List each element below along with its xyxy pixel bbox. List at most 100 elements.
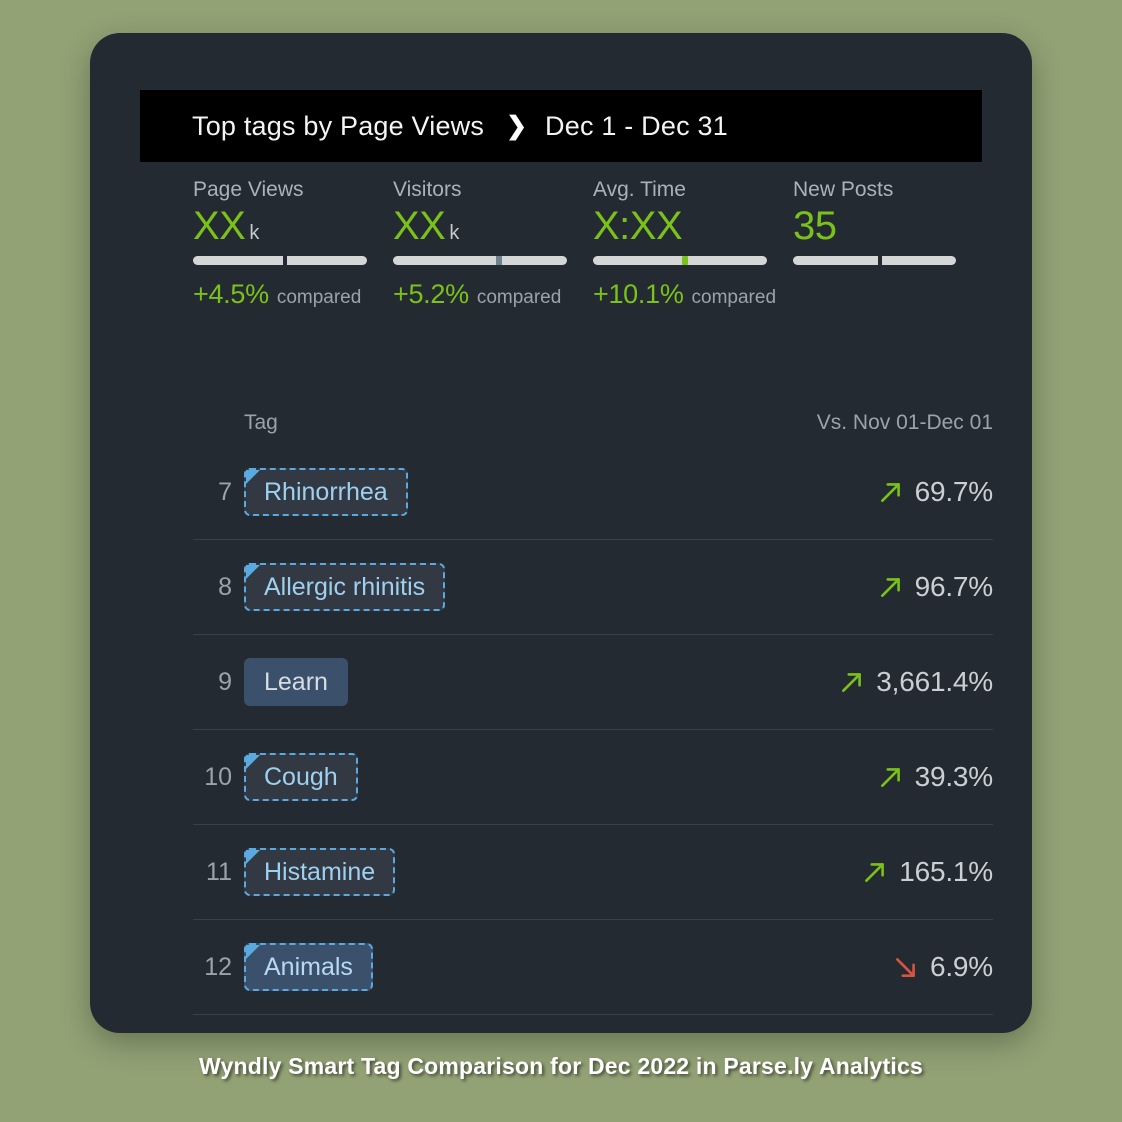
tag-chip[interactable]: Learn bbox=[244, 658, 348, 706]
metric-label: Avg. Time bbox=[593, 178, 686, 201]
comparison-value: 69.7% bbox=[914, 476, 994, 507]
page-title: Top tags by Page Views bbox=[192, 110, 485, 141]
arrow-up-right-icon bbox=[839, 669, 865, 695]
metric-value: 35 bbox=[793, 204, 837, 248]
comparison-cell: 165.1% bbox=[862, 856, 993, 888]
tag-chip[interactable]: Histamine bbox=[244, 848, 396, 896]
metric-label: Page Views bbox=[193, 178, 304, 201]
tag-cell: Learn bbox=[244, 658, 839, 706]
tag-label: Learn bbox=[264, 667, 328, 696]
tag-cell: Rhinorrhea bbox=[244, 468, 878, 516]
metric-label: New Posts bbox=[793, 178, 894, 201]
metric-unit: k bbox=[249, 222, 260, 244]
comparison-value: 3,661.4% bbox=[876, 666, 993, 697]
smart-tag-corner-icon bbox=[246, 470, 260, 484]
column-header-vs: Vs. Nov 01-Dec 01 bbox=[816, 411, 993, 434]
row-rank: 8 bbox=[218, 572, 232, 601]
table-row: 10 Cough 39.3% bbox=[193, 730, 993, 825]
column-header-tag: Tag bbox=[244, 411, 278, 434]
smart-tag-corner-icon bbox=[246, 755, 260, 769]
metric-card: New Posts 35 bbox=[793, 178, 993, 310]
metric-value-row: XX k bbox=[193, 206, 393, 252]
tag-cell: Animals bbox=[244, 943, 893, 991]
tag-chip[interactable]: Cough bbox=[244, 753, 358, 801]
figure-caption: Wyndly Smart Tag Comparison for Dec 2022… bbox=[199, 1053, 923, 1079]
tag-chip[interactable]: Allergic rhinitis bbox=[244, 563, 446, 611]
smart-tag-corner-icon bbox=[246, 945, 260, 959]
row-rank: 10 bbox=[204, 762, 232, 791]
comparison-value: 39.3% bbox=[914, 761, 994, 792]
comparison-cell: 6.9% bbox=[893, 951, 993, 983]
metric-value: XX bbox=[193, 204, 246, 248]
table-row: 11 Histamine 165.1% bbox=[193, 825, 993, 920]
tag-label: Rhinorrhea bbox=[264, 477, 388, 506]
metric-progress-bar bbox=[593, 256, 767, 265]
row-rank: 11 bbox=[206, 857, 232, 886]
metric-comparison: +10.1% compared bbox=[593, 279, 793, 310]
metric-unit: k bbox=[449, 222, 460, 244]
comparison-cell: 96.7% bbox=[878, 571, 993, 603]
row-rank: 7 bbox=[218, 477, 232, 506]
metric-comparison: +5.2% compared bbox=[393, 279, 593, 310]
tag-chip[interactable]: Animals bbox=[244, 943, 373, 991]
date-range-label: Dec 1 - Dec 31 bbox=[545, 110, 728, 141]
tag-label: Histamine bbox=[264, 857, 376, 886]
chevron-right-icon: ❯ bbox=[506, 111, 528, 140]
metric-comparison: +4.5% compared bbox=[193, 279, 393, 310]
metric-progress-marker bbox=[681, 256, 688, 265]
analytics-card: Top tags by Page Views ❯ Dec 1 - Dec 31 … bbox=[90, 33, 1032, 1033]
metric-compare-word: compared bbox=[476, 287, 562, 308]
metrics-summary: Page Views XX k +4.5% compared Visitors XX k +5.… bbox=[193, 178, 993, 310]
table-row: 7 Rhinorrhea 69.7% bbox=[193, 445, 993, 540]
row-rank: 12 bbox=[204, 952, 232, 981]
metric-progress-bar bbox=[193, 256, 367, 265]
table-header-row: Tag Vs. Nov 01-Dec 01 bbox=[193, 401, 993, 445]
metric-label: Visitors bbox=[393, 178, 462, 201]
table-row: 8 Allergic rhinitis 96.7% bbox=[193, 540, 993, 635]
metric-value: XX bbox=[393, 204, 446, 248]
table-row: 9 Learn 3,661.4% bbox=[193, 635, 993, 730]
tag-label: Cough bbox=[264, 762, 338, 791]
tag-cell: Cough bbox=[244, 753, 878, 801]
metric-compare-word: compared bbox=[691, 287, 777, 308]
metric-card: Avg. Time X:XX +10.1% compared bbox=[593, 178, 793, 310]
metric-progress-marker bbox=[877, 256, 882, 265]
metric-progress-marker bbox=[495, 256, 502, 265]
metric-card: Visitors XX k +5.2% compared bbox=[393, 178, 593, 310]
comparison-cell: 39.3% bbox=[878, 761, 993, 793]
row-rank: 9 bbox=[218, 667, 232, 696]
metric-delta: +5.2% bbox=[393, 279, 469, 309]
arrow-up-right-icon bbox=[878, 574, 904, 600]
comparison-cell: 3,661.4% bbox=[839, 666, 993, 698]
tag-cell: Allergic rhinitis bbox=[244, 563, 878, 611]
table-body: 7 Rhinorrhea 69.7% 8 Allergic rhinitis 96.7% 9… bbox=[193, 445, 993, 1015]
metric-card: Page Views XX k +4.5% compared bbox=[193, 178, 393, 310]
metric-delta: +4.5% bbox=[193, 279, 269, 309]
comparison-value: 6.9% bbox=[929, 951, 993, 982]
top-tags-table: Tag Vs. Nov 01-Dec 01 7 Rhinorrhea 69.7% 8 A… bbox=[193, 401, 993, 1015]
arrow-up-right-icon bbox=[878, 479, 904, 505]
arrow-down-right-icon bbox=[893, 954, 919, 980]
comparison-value: 96.7% bbox=[914, 571, 994, 602]
metric-delta: +10.1% bbox=[593, 279, 684, 309]
metric-value-row: 35 bbox=[793, 206, 993, 252]
smart-tag-corner-icon bbox=[246, 565, 260, 579]
metric-value-row: X:XX bbox=[593, 206, 793, 252]
metric-progress-marker bbox=[283, 256, 288, 265]
tag-label: Animals bbox=[264, 952, 353, 981]
tag-cell: Histamine bbox=[244, 848, 862, 896]
arrow-up-right-icon bbox=[862, 859, 888, 885]
metric-progress-bar bbox=[793, 256, 956, 265]
tag-chip[interactable]: Rhinorrhea bbox=[244, 468, 408, 516]
smart-tag-corner-icon bbox=[246, 850, 260, 864]
comparison-value: 165.1% bbox=[899, 856, 993, 887]
metric-compare-word: compared bbox=[276, 287, 362, 308]
metric-progress-bar bbox=[393, 256, 567, 265]
comparison-cell: 69.7% bbox=[878, 476, 993, 508]
metric-value-row: XX k bbox=[393, 206, 593, 252]
metric-value: X:XX bbox=[593, 204, 683, 248]
table-row: 12 Animals 6.9% bbox=[193, 920, 993, 1015]
card-header-bar: Top tags by Page Views ❯ Dec 1 - Dec 31 bbox=[140, 90, 982, 162]
tag-label: Allergic rhinitis bbox=[264, 572, 426, 601]
arrow-up-right-icon bbox=[878, 764, 904, 790]
